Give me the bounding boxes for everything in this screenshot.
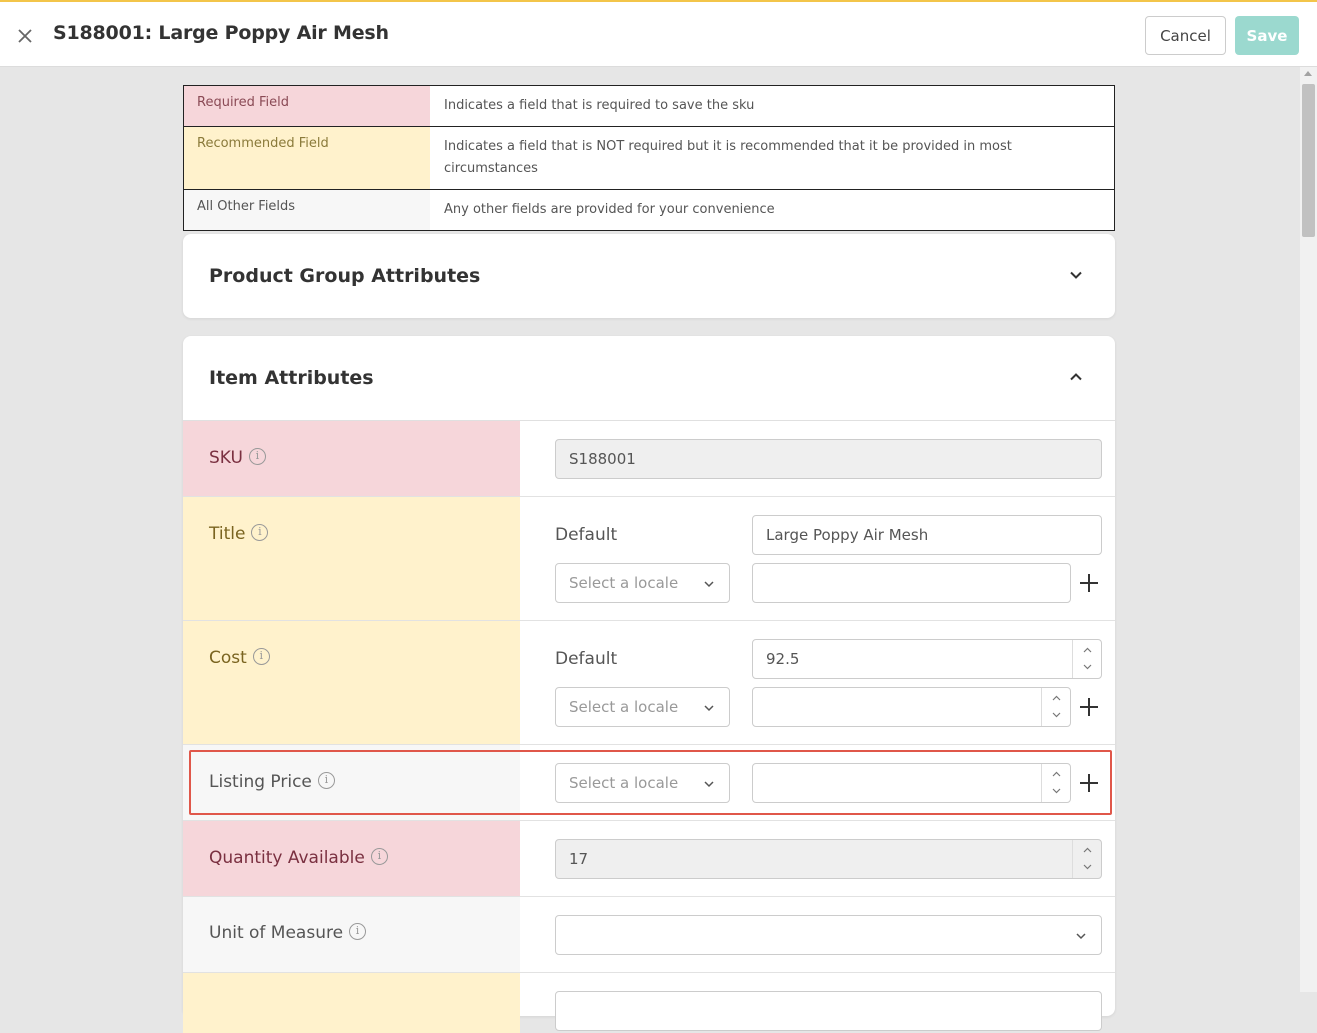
close-icon[interactable]: [15, 26, 35, 46]
next-attribute-input[interactable]: [555, 991, 1102, 1031]
legend-row-recommended: Recommended Field Indicates a field that…: [184, 127, 1114, 190]
attribute-row-quantity-available: Quantity Available i 17: [183, 821, 1115, 897]
attribute-value-cell: Default 92.5 Select a locale: [520, 621, 1115, 744]
save-button[interactable]: Save: [1235, 16, 1299, 55]
attribute-label-cell: Listing Price i: [183, 745, 520, 820]
chevron-down-icon: [1076, 933, 1086, 940]
attribute-label: Unit of Measure: [209, 923, 344, 943]
attribute-value-cell: [520, 973, 1115, 1033]
attribute-value-cell: 17: [520, 821, 1115, 896]
stepper-down-icon[interactable]: [1083, 662, 1092, 671]
number-stepper[interactable]: [1041, 764, 1070, 802]
stepper-up-icon[interactable]: [1052, 694, 1061, 703]
locale-select-placeholder: Select a locale: [569, 698, 679, 716]
chevron-down-icon: [704, 581, 714, 588]
attribute-row-listing-price: Listing Price i Select a locale: [183, 745, 1115, 821]
section-header[interactable]: Product Group Attributes: [183, 234, 1115, 318]
unit-of-measure-select[interactable]: [555, 915, 1102, 955]
section-header[interactable]: Item Attributes: [183, 336, 1115, 420]
legend-row-other: All Other Fields Any other fields are pr…: [184, 190, 1114, 230]
attribute-value-cell: Select a locale: [520, 745, 1115, 820]
listing-price-locale-select[interactable]: Select a locale: [555, 763, 730, 803]
attribute-value-cell: [520, 897, 1115, 972]
page-title: S188001: Large Poppy Air Mesh: [53, 22, 389, 44]
plus-icon[interactable]: [1080, 774, 1098, 792]
default-locale-label: Default: [555, 525, 618, 545]
quantity-value: 17: [569, 850, 589, 868]
sku-input[interactable]: S188001: [555, 439, 1102, 479]
legend-description: Indicates a field that is NOT required b…: [444, 139, 1012, 176]
info-icon[interactable]: i: [349, 923, 367, 940]
field-legend-table: Required Field Indicates a field that is…: [183, 85, 1115, 231]
section-title: Product Group Attributes: [209, 265, 481, 287]
attribute-row-cost: Cost i Default 92.5 Select a locale: [183, 621, 1115, 745]
legend-key: All Other Fields: [184, 190, 430, 230]
attribute-value-cell: Default Large Poppy Air Mesh Select a lo…: [520, 497, 1115, 620]
chevron-down-icon[interactable]: [1069, 268, 1083, 282]
legend-description: Indicates a field that is required to sa…: [444, 98, 755, 113]
cost-locale-input[interactable]: [752, 687, 1071, 727]
stepper-up-icon[interactable]: [1083, 846, 1092, 855]
attribute-list: SKU i S188001 Title i Default Large Popp…: [183, 420, 1115, 1033]
attribute-label-cell: [183, 973, 520, 1033]
legend-key: Recommended Field: [184, 127, 430, 189]
locale-select-placeholder: Select a locale: [569, 574, 679, 592]
number-stepper[interactable]: [1072, 640, 1101, 678]
scroll-up-arrow-icon[interactable]: [1304, 71, 1312, 76]
title-locale-select[interactable]: Select a locale: [555, 563, 730, 603]
attribute-label: SKU: [209, 448, 243, 468]
stepper-down-icon[interactable]: [1052, 710, 1061, 719]
chevron-up-icon[interactable]: [1069, 370, 1083, 384]
cost-default-input[interactable]: 92.5: [752, 639, 1102, 679]
attribute-label: Cost: [209, 648, 247, 668]
info-icon[interactable]: i: [251, 524, 269, 541]
legend-description: Any other fields are provided for your c…: [444, 202, 775, 217]
attribute-label-cell: Title i: [183, 497, 520, 620]
title-locale-input[interactable]: [752, 563, 1071, 603]
quantity-available-input[interactable]: 17: [555, 839, 1102, 879]
section-title: Item Attributes: [209, 367, 374, 389]
chevron-down-icon: [704, 781, 714, 788]
plus-icon[interactable]: [1080, 574, 1098, 592]
scroll-thumb[interactable]: [1302, 84, 1315, 237]
attribute-label: Title: [209, 524, 246, 544]
info-icon[interactable]: i: [252, 648, 270, 665]
attribute-label-cell: Quantity Available i: [183, 821, 520, 896]
cancel-button[interactable]: Cancel: [1145, 16, 1226, 55]
chevron-down-icon: [704, 705, 714, 712]
attribute-label-cell: Unit of Measure i: [183, 897, 520, 972]
attribute-row-next: [183, 973, 1115, 1033]
top-bar: S188001: Large Poppy Air Mesh Cancel Sav…: [0, 0, 1317, 67]
attribute-label: Quantity Available: [209, 848, 365, 868]
stepper-up-icon[interactable]: [1083, 646, 1092, 655]
attribute-label: Listing Price: [209, 772, 312, 792]
stepper-up-icon[interactable]: [1052, 770, 1061, 779]
vertical-scrollbar[interactable]: [1300, 67, 1317, 992]
stepper-down-icon[interactable]: [1052, 786, 1061, 795]
plus-icon[interactable]: [1080, 698, 1098, 716]
listing-price-input[interactable]: [752, 763, 1071, 803]
attribute-value-cell: S188001: [520, 421, 1115, 496]
attribute-label-cell: Cost i: [183, 621, 520, 744]
attribute-row-title: Title i Default Large Poppy Air Mesh Sel…: [183, 497, 1115, 621]
info-icon[interactable]: i: [370, 848, 388, 865]
info-icon[interactable]: i: [317, 772, 335, 789]
title-default-input[interactable]: Large Poppy Air Mesh: [752, 515, 1102, 555]
stepper-down-icon[interactable]: [1083, 862, 1092, 871]
cost-locale-select[interactable]: Select a locale: [555, 687, 730, 727]
number-stepper[interactable]: [1041, 688, 1070, 726]
legend-row-required: Required Field Indicates a field that is…: [184, 86, 1114, 127]
product-group-attributes-section: Product Group Attributes: [183, 234, 1115, 318]
attribute-row-unit-of-measure: Unit of Measure i: [183, 897, 1115, 973]
cost-value: 92.5: [766, 650, 800, 668]
number-stepper[interactable]: [1072, 840, 1101, 878]
item-attributes-section: Item Attributes SKU i S188001 Title i De…: [183, 336, 1115, 1033]
attribute-row-sku: SKU i S188001: [183, 421, 1115, 497]
legend-key: Required Field: [184, 86, 430, 126]
info-icon[interactable]: i: [248, 448, 266, 465]
locale-select-placeholder: Select a locale: [569, 774, 679, 792]
attribute-label-cell: SKU i: [183, 421, 520, 496]
default-locale-label: Default: [555, 649, 618, 669]
